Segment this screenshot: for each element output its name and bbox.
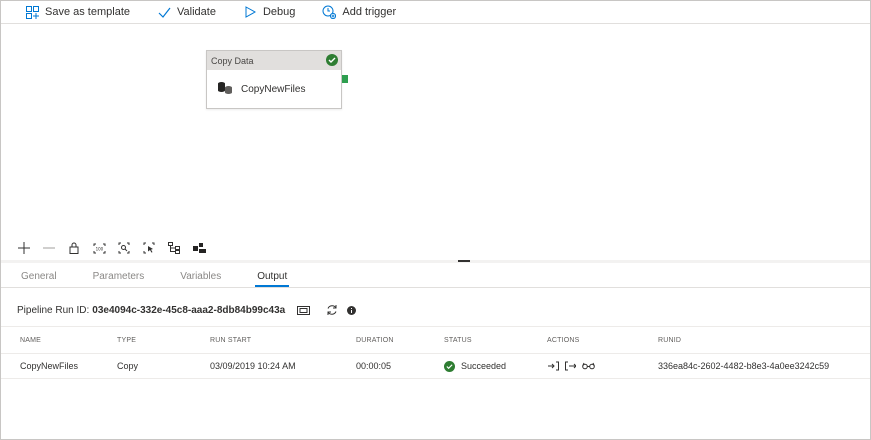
info-icon[interactable] (347, 305, 357, 315)
zoom-in-icon[interactable] (17, 241, 31, 255)
column-header-status: STATUS (444, 336, 472, 344)
debug-button[interactable]: Debug (243, 1, 295, 23)
success-check-icon (444, 360, 455, 372)
table-row: CopyNewFiles Copy 03/09/2019 10:24 AM 00… (1, 354, 870, 379)
zoom-to-fit-icon[interactable] (117, 241, 131, 255)
template-icon (25, 5, 39, 19)
checkmark-icon (157, 5, 171, 19)
column-header-name: NAME (20, 336, 42, 344)
auto-align-icon[interactable] (167, 241, 181, 255)
cell-actions (548, 354, 601, 378)
cell-runid: 336ea84c-2602-4482-b8e3-4a0ee3242c59 (658, 361, 830, 371)
tab-parameters[interactable]: Parameters (91, 271, 147, 287)
properties-tabs: General Parameters Variables Output (1, 264, 870, 288)
activity-runs-table: NAME TYPE RUN START DURATION STATUS ACTI… (1, 326, 870, 379)
activity-name: CopyNewFiles (241, 84, 306, 95)
pipeline-run-id: Pipeline Run ID: 03e4094c-332e-45c8-aaa2… (17, 303, 357, 317)
tab-variables[interactable]: Variables (178, 271, 223, 287)
column-header-duration: DURATION (356, 336, 394, 344)
status-text: Succeeded (461, 361, 507, 371)
copy-data-activity[interactable]: Copy Data CopyNewFiles (206, 50, 342, 109)
tab-general[interactable]: General (19, 271, 59, 287)
top-toolbar: Save as template Validate Debug Add trig… (1, 1, 870, 24)
trigger-icon (322, 5, 337, 19)
pipeline-canvas[interactable] (1, 24, 870, 236)
database-copy-icon (217, 81, 233, 98)
run-id-label: Pipeline Run ID: (17, 304, 90, 316)
column-header-actions: ACTIONS (547, 336, 580, 344)
column-header-run-start: RUN START (210, 336, 252, 344)
save-as-template-label: Save as template (45, 6, 130, 18)
cell-duration: 00:00:05 (356, 361, 392, 371)
save-as-template-button[interactable]: Save as template (25, 1, 130, 23)
add-trigger-label: Add trigger (342, 6, 397, 18)
column-header-runid: RUNID (658, 336, 682, 344)
input-icon[interactable] (548, 361, 559, 372)
table-header-row: NAME TYPE RUN START DURATION STATUS ACTI… (1, 326, 870, 354)
validate-label: Validate (177, 6, 216, 18)
show-lineage-icon[interactable] (192, 241, 206, 255)
run-id-value: 03e4094c-332e-45c8-aaa2-8db84b99c43a (92, 304, 286, 316)
tab-output[interactable]: Output (255, 271, 290, 287)
play-icon (243, 5, 257, 19)
activity-success-port[interactable] (342, 75, 348, 83)
output-icon[interactable] (565, 361, 576, 372)
zoom-out-icon[interactable] (42, 241, 56, 255)
cell-type: Copy (117, 361, 139, 371)
activity-type-label: Copy Data (211, 55, 254, 66)
select-mode-icon[interactable] (142, 241, 156, 255)
svg-text:100: 100 (95, 246, 103, 251)
debug-label: Debug (262, 6, 296, 18)
lock-icon[interactable] (67, 241, 81, 255)
cell-run-start: 03/09/2019 10:24 AM (210, 361, 296, 371)
copy-icon[interactable] (297, 305, 311, 315)
canvas-controls: 100 (1, 236, 870, 260)
activity-header: Copy Data (207, 51, 341, 70)
zoom-100-icon[interactable]: 100 (92, 241, 106, 255)
check-circle-icon (326, 54, 338, 66)
panel-splitter[interactable] (1, 260, 870, 263)
activity-body: CopyNewFiles (207, 70, 341, 109)
cell-status: Succeeded (444, 354, 506, 378)
cell-name: CopyNewFiles (20, 361, 79, 371)
details-glasses-icon[interactable] (582, 361, 595, 372)
refresh-icon[interactable] (326, 304, 338, 316)
column-header-type: TYPE (117, 336, 137, 344)
validate-button[interactable]: Validate (157, 1, 216, 23)
splitter-grip[interactable] (458, 260, 470, 262)
add-trigger-button[interactable]: Add trigger (322, 1, 396, 23)
